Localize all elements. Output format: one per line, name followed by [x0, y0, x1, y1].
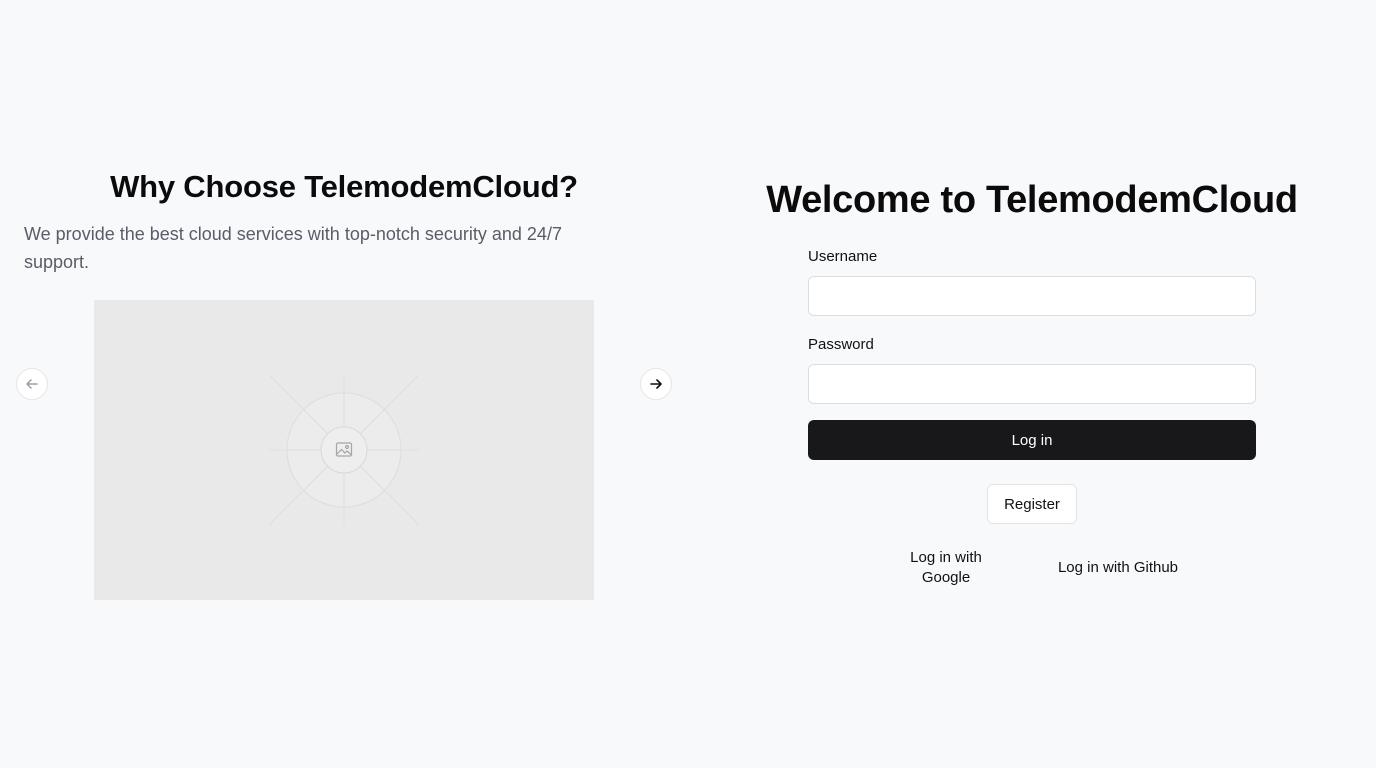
carousel-prev-button[interactable] — [16, 368, 48, 400]
login-with-github-link[interactable]: Log in with Github — [1046, 558, 1190, 578]
arrow-left-icon — [26, 379, 38, 389]
password-label: Password — [808, 336, 874, 353]
password-input[interactable] — [808, 364, 1256, 404]
username-label: Username — [808, 248, 878, 265]
promo-title: Why Choose TelemodemCloud? — [110, 169, 578, 204]
page: Why Choose TelemodemCloud? We provide th… — [0, 0, 1376, 768]
login-button[interactable]: Log in — [808, 420, 1256, 460]
carousel-image — [94, 300, 594, 600]
carousel-next-button[interactable] — [640, 368, 672, 400]
arrow-right-icon — [650, 379, 662, 389]
promo-description: We provide the best cloud services with … — [24, 224, 562, 272]
register-button[interactable]: Register — [987, 484, 1077, 524]
username-input[interactable] — [808, 276, 1256, 316]
login-title: Welcome to TelemodemCloud — [766, 179, 1298, 221]
login-with-google-link[interactable]: Log in with Google — [896, 548, 996, 588]
